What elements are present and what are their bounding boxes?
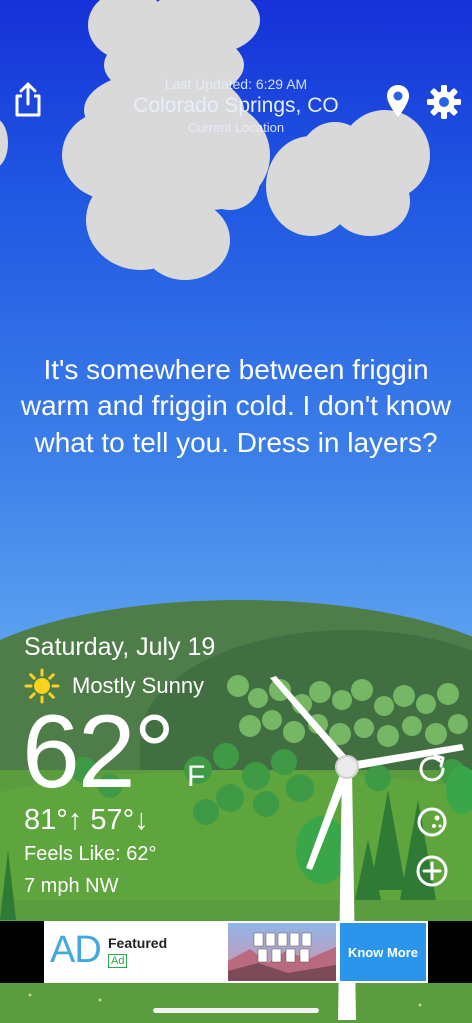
refresh-button[interactable]	[414, 751, 450, 787]
home-indicator[interactable]	[153, 1008, 319, 1013]
gear-icon	[427, 85, 461, 119]
weather-screen: Last Updated: 6:29 AM Colorado Springs, …	[0, 0, 472, 1023]
ad-logo: AD	[50, 929, 102, 971]
high-low-temperature: 81°↑ 57°↓	[24, 804, 149, 836]
wind-text: 7 mph NW	[24, 875, 119, 897]
current-temperature: 62°	[22, 694, 175, 810]
add-location-button[interactable]	[414, 853, 450, 889]
ad-title: Featured	[108, 935, 168, 951]
ad-solitaire-image	[228, 923, 336, 981]
ad-bar: AD Featured Ad Know More	[0, 921, 472, 983]
cloud-top	[0, 0, 472, 300]
current-location-label: Current Location	[187, 120, 285, 135]
moon-phase-icon	[417, 807, 447, 837]
settings-button[interactable]	[426, 84, 462, 120]
ad-know-more-button[interactable]: Know More	[340, 923, 426, 981]
moon-phase-button[interactable]	[414, 804, 450, 840]
ad-badge: Ad	[108, 954, 128, 968]
ad-banner[interactable]: AD Featured Ad Know More	[44, 921, 428, 983]
location-pin-icon	[387, 85, 409, 117]
feels-like-text: Feels Like: 62°	[24, 843, 157, 865]
plus-circle-icon	[416, 855, 448, 887]
temperature-unit[interactable]: F	[187, 760, 205, 794]
refresh-icon	[419, 754, 445, 782]
location-button[interactable]	[386, 84, 410, 118]
weather-quip: It's somewhere between friggin warm and …	[20, 354, 452, 458]
forecast-date: Saturday, July 19	[24, 633, 216, 661]
